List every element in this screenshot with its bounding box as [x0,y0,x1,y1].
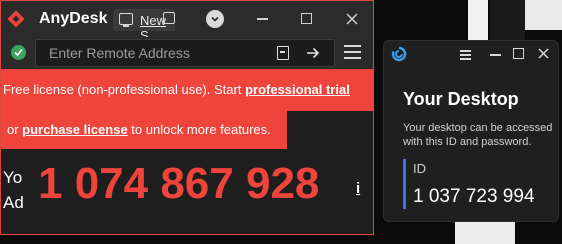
connection-status [11,45,26,60]
anydesk-logo-icon [7,10,25,28]
app-logo-icon [391,46,407,62]
anydesk-main-window: AnyDesk New S Enter Remote Address Free … [0,0,374,235]
your-desktop-window: Your Desktop Your desktop can be accesse… [383,40,559,222]
hamburger-menu-icon[interactable] [344,45,361,59]
more-options-button[interactable] [206,10,224,28]
background-window-fragment [525,0,562,30]
check-icon [14,48,23,57]
license-banner-continued: or purchase license to unlock more featu… [1,111,287,149]
id-value[interactable]: 1 037 723 994 [413,186,535,208]
screen: AnyDesk New S Enter Remote Address Free … [0,0,562,244]
partial-label-1: Yo [3,168,23,187]
title-bar[interactable]: AnyDesk New S [1,1,373,43]
side-title-bar[interactable] [384,41,558,69]
partial-label-2: Ad [3,193,24,212]
file-transfer-icon[interactable] [277,46,289,60]
background-window-fragment [468,0,488,40]
close-icon[interactable] [345,12,359,26]
desk-id-area: Yo Ad 1 074 867 928 i [1,149,373,234]
tab-new-session[interactable]: New S [113,9,175,43]
your-desktop-description: Your desktop can be accessed with this I… [403,122,553,148]
remote-address-input[interactable] [49,45,269,61]
id-label: ID [413,161,426,176]
hamburger-menu-icon[interactable] [460,50,471,60]
background-window-fragment [455,222,515,244]
minimize-icon[interactable] [257,18,268,20]
more-dots-icon [211,16,219,22]
tab-close-icon[interactable] [163,12,175,24]
maximize-icon[interactable] [301,13,312,24]
license-banner-text-2: or purchase license to unlock more featu… [7,122,271,137]
minimize-icon[interactable] [490,54,501,56]
license-banner-or: or [7,122,23,137]
info-icon[interactable]: i [356,180,360,197]
license-banner: Free license (non-professional use). Sta… [1,69,373,111]
close-icon[interactable] [537,47,550,60]
license-banner-text: Free license (non-professional use). Sta… [3,82,350,97]
app-title: AnyDesk [39,10,108,27]
address-bar [1,37,373,69]
arrow-right-icon[interactable] [306,46,320,60]
monitor-icon [119,13,133,27]
maximize-icon[interactable] [513,48,524,59]
id-accent-bar [403,159,406,209]
background-window-fragment [490,0,525,40]
desk-id-number[interactable]: 1 074 867 928 [38,159,319,209]
license-banner-suffix: to unlock more features. [127,122,271,137]
license-banner-prefix: Free license (non-professional use). Sta… [3,82,246,97]
professional-trial-link[interactable]: professional trial [245,82,350,97]
remote-address-field[interactable] [35,39,335,67]
purchase-license-link[interactable]: purchase license [22,122,128,137]
your-desktop-heading: Your Desktop [403,89,519,109]
